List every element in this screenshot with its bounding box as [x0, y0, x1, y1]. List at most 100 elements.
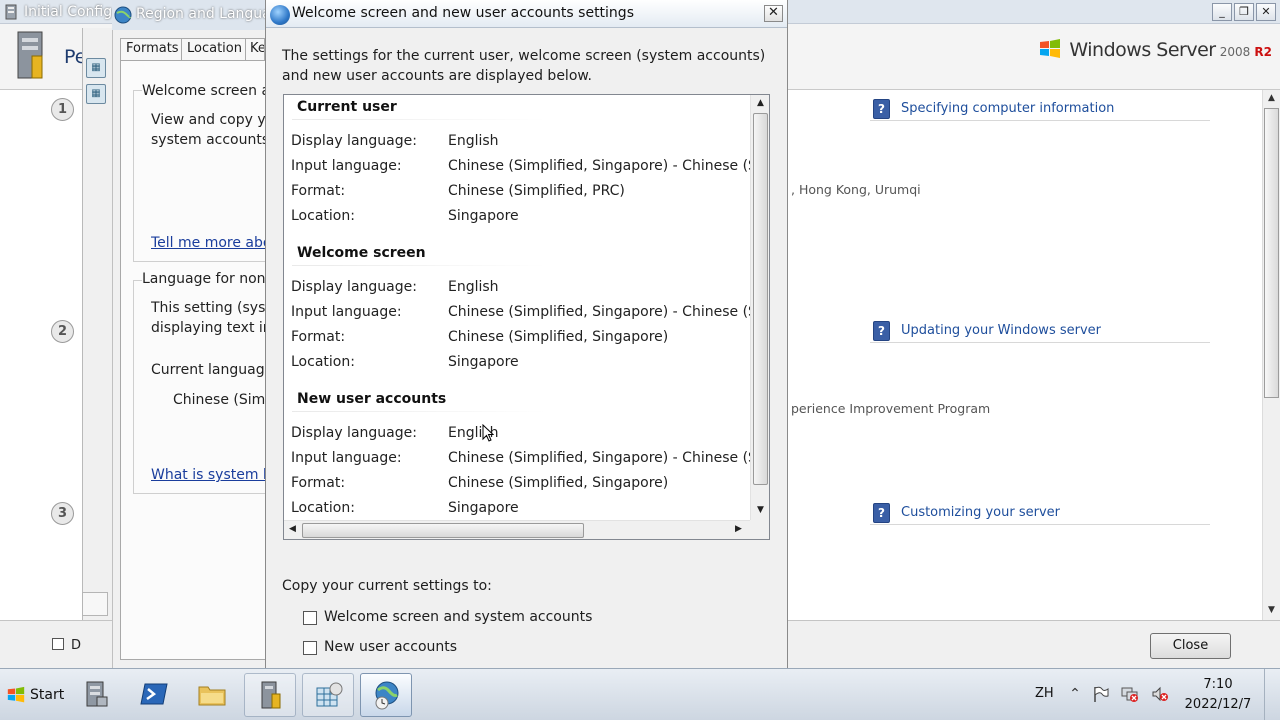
current-language-label: Current language — [151, 362, 266, 378]
action-center-flag-icon[interactable] — [1092, 685, 1110, 703]
new-user-format-label: Format: — [291, 475, 346, 491]
tell-me-more-link[interactable]: Tell me more abo — [151, 235, 266, 251]
taskbar-initial-config[interactable] — [244, 673, 296, 717]
taskbar-explorer[interactable] — [186, 673, 238, 717]
scrollbar-corner — [750, 520, 769, 539]
system-locale-link[interactable]: What is system lo — [151, 467, 266, 483]
welcome-screen-system-accounts-checkbox[interactable] — [303, 611, 317, 625]
clock-time[interactable]: 7:10 — [1186, 677, 1250, 692]
timezone-value: , Hong Kong, Urumqi — [791, 182, 921, 197]
specifying-computer-info-link[interactable]: Specifying computer information — [901, 101, 1114, 116]
new-user-input-language-label: Input language: — [291, 450, 402, 466]
region-language-titlebar[interactable]: Region and Language — [112, 0, 288, 30]
new-user-accounts-label[interactable]: New user accounts — [324, 639, 457, 655]
close-button[interactable]: Close — [1150, 633, 1231, 659]
help-book-icon: ? — [873, 321, 890, 341]
scroll-down-arrow-icon[interactable]: ▼ — [752, 502, 769, 519]
list-horizontal-scroll-thumb[interactable] — [302, 523, 584, 538]
scroll-up-arrow-icon[interactable]: ▲ — [1263, 90, 1280, 107]
start-button[interactable]: Start — [2, 681, 66, 709]
tab-location[interactable]: Location — [181, 38, 248, 60]
current-user-format-value: Chinese (Simplified, PRC) — [448, 183, 625, 199]
list-vertical-scrollbar[interactable]: ▲ ▼ — [750, 95, 769, 520]
server-tower-icon — [17, 31, 43, 79]
welcome-format-label: Format: — [291, 329, 346, 345]
scroll-left-arrow-icon[interactable]: ◀ — [284, 521, 301, 538]
show-desktop-button[interactable] — [1264, 669, 1280, 720]
ceip-status: perience Improvement Program — [791, 401, 991, 416]
control-panel-edge — [82, 28, 112, 620]
section-updating-server: ? Updating your Windows server — [870, 321, 1210, 343]
input-language-indicator[interactable]: ZH — [1035, 686, 1054, 701]
customizing-server-link[interactable]: Customizing your server — [901, 505, 1060, 520]
close-window-button[interactable]: ✕ — [1256, 3, 1276, 21]
non-unicode-legend: Language for non- — [142, 271, 266, 287]
help-book-icon: ? — [873, 503, 890, 523]
tab-keyboards[interactable]: Ke — [245, 38, 265, 60]
dialog-intro-text: The settings for the current user, welco… — [282, 48, 766, 84]
non-unicode-text-1: This setting (syste — [151, 300, 266, 316]
tasks-scroll-thumb[interactable] — [1264, 108, 1279, 398]
server-manager-icon — [86, 681, 108, 707]
welcome-screen-system-accounts-label[interactable]: Welcome screen and system accounts — [324, 609, 592, 625]
dialog-titlebar[interactable]: Welcome screen and new user accounts set… — [266, 0, 787, 28]
welcome-display-language-value: English — [448, 279, 499, 295]
mouse-pointer-icon — [482, 424, 494, 442]
start-label: Start — [30, 687, 65, 703]
new-user-format-value: Chinese (Simplified, Singapore) — [448, 475, 669, 491]
dialog-close-button[interactable]: ✕ — [764, 5, 783, 22]
step-3-badge: 3 — [51, 502, 74, 525]
region-globe-icon — [114, 6, 132, 24]
explorer-folder-icon — [198, 686, 226, 706]
updating-server-link[interactable]: Updating your Windows server — [901, 323, 1101, 338]
control-panel-footer-box — [82, 592, 108, 616]
taskbar-powershell[interactable] — [128, 673, 180, 717]
brand-name: Windows Server — [1069, 39, 1216, 61]
current-user-display-language-value: English — [448, 133, 499, 149]
help-book-icon: ? — [873, 99, 890, 119]
minimize-button[interactable]: _ — [1212, 3, 1232, 21]
scroll-right-arrow-icon[interactable]: ▶ — [730, 521, 747, 538]
region-globe-icon — [270, 5, 290, 25]
new-user-accounts-checkbox[interactable] — [303, 641, 317, 655]
network-disconnected-icon[interactable] — [1121, 685, 1139, 703]
windows-server-brand: Windows Server 2008 R2 — [1039, 38, 1272, 61]
clock-date[interactable]: 2022/12/7 — [1180, 697, 1256, 712]
tab-formats[interactable]: Formats — [120, 38, 185, 60]
taskbar: Start ZH ⌃ 7:10 2022/12/7 — [0, 668, 1280, 720]
do-not-show-checkbox[interactable] — [52, 638, 64, 650]
group-heading-current-user: Current user — [297, 99, 397, 115]
current-user-location-label: Location: — [291, 208, 355, 224]
current-user-format-label: Format: — [291, 183, 346, 199]
heading-divider — [292, 265, 547, 266]
welcome-group-legend: Welcome screen a — [142, 83, 266, 99]
settings-listbox[interactable]: Current user Display language: English I… — [283, 94, 770, 540]
heading-divider — [292, 119, 547, 120]
scroll-down-arrow-icon[interactable]: ▼ — [1263, 602, 1280, 619]
server-icon — [5, 4, 17, 20]
copy-settings-label: Copy your current settings to: — [282, 578, 492, 594]
welcome-display-language-label: Display language: — [291, 279, 417, 295]
windows-logo-icon — [1040, 39, 1061, 58]
list-horizontal-scrollbar[interactable]: ◀ ▶ — [284, 520, 750, 539]
control-panel-icon: ▦ — [86, 84, 106, 104]
step-2-badge: 2 — [51, 320, 74, 343]
tasks-scrollbar[interactable]: ▲ ▼ — [1262, 90, 1280, 620]
new-user-location-value: Singapore — [448, 500, 519, 516]
welcome-input-language-label: Input language: — [291, 304, 402, 320]
taskbar-server-manager[interactable] — [70, 673, 122, 717]
section-computer-information: ? Specifying computer information — [870, 99, 1210, 121]
volume-muted-icon[interactable] — [1151, 685, 1169, 703]
list-vertical-scroll-thumb[interactable] — [753, 113, 768, 485]
new-user-display-language-label: Display language: — [291, 425, 417, 441]
welcome-format-value: Chinese (Simplified, Singapore) — [448, 329, 669, 345]
settings-list-viewport: Current user Display language: English I… — [284, 95, 750, 520]
welcome-location-label: Location: — [291, 354, 355, 370]
show-hidden-icons-icon[interactable]: ⌃ — [1066, 685, 1084, 703]
taskbar-region-language-dialog[interactable] — [360, 673, 412, 717]
taskbar-region-control-panel[interactable] — [302, 673, 354, 717]
scroll-up-arrow-icon[interactable]: ▲ — [752, 95, 769, 112]
windows-start-icon — [7, 686, 25, 703]
group-heading-welcome-screen: Welcome screen — [297, 245, 426, 261]
restore-button[interactable]: ❐ — [1234, 3, 1254, 21]
